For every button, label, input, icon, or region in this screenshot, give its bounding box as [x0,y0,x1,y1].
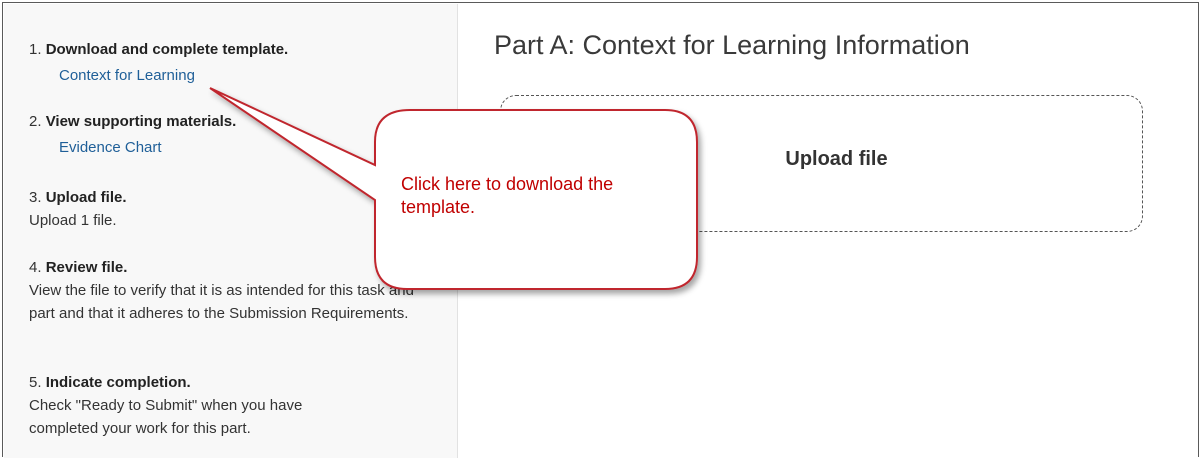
callout-text: Click here to download the template. [401,174,614,217]
callout-bubble [209,87,698,290]
